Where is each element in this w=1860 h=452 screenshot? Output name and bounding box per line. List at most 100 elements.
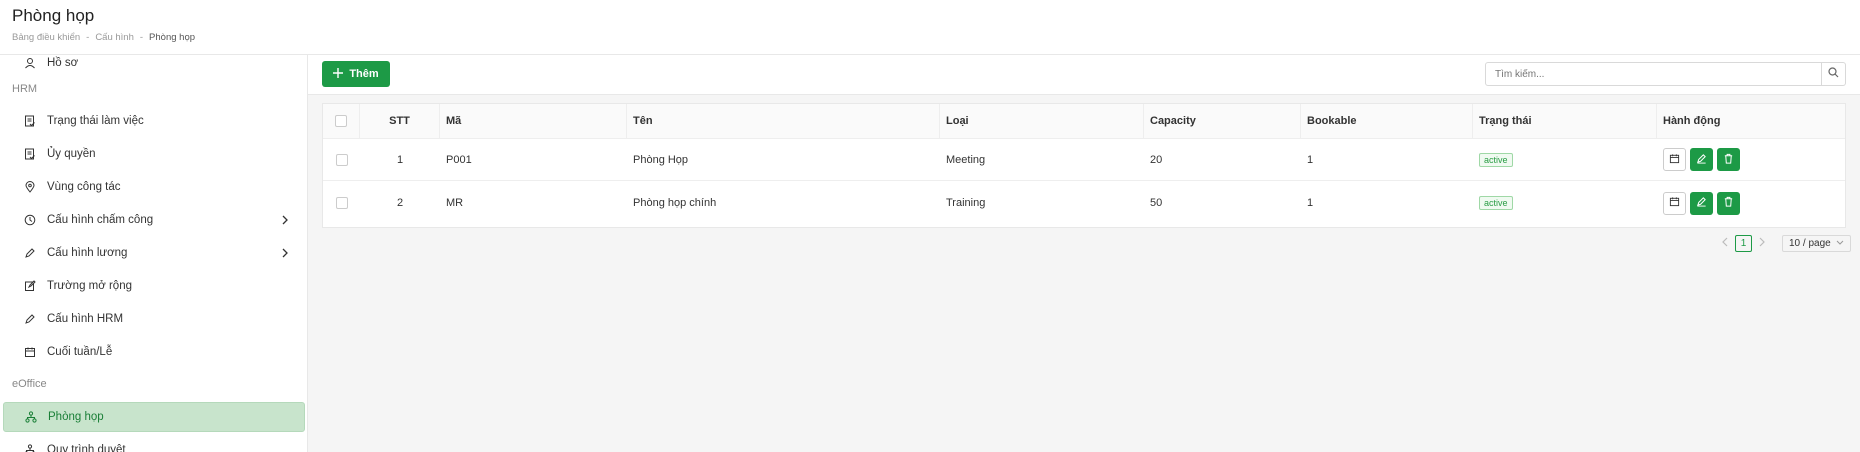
status-badge: active — [1479, 152, 1513, 167]
sidebar-item-label: Vùng công tác — [47, 181, 121, 193]
pen-icon — [23, 312, 37, 326]
table-row[interactable]: 1 P001 Phòng Họp Meeting 20 1 active — [323, 139, 1845, 181]
sidebar-item-salary-config[interactable]: Cấu hình lương — [3, 238, 305, 268]
main-content: Thêm STT Mã Tên Loại Capacity Bookable T… — [308, 55, 1860, 452]
calendar-icon — [1669, 196, 1680, 210]
column-header-type[interactable]: Loại — [940, 104, 1144, 138]
delete-button[interactable] — [1717, 191, 1740, 215]
sidebar-item-label: Cấu hình lương — [47, 247, 128, 259]
column-header-actions: Hành động — [1663, 115, 1721, 127]
row-checkbox[interactable] — [335, 153, 348, 166]
location-pin-icon — [23, 180, 37, 194]
cell-name: Phòng Họp — [633, 153, 689, 166]
edit-square-icon — [23, 279, 37, 293]
column-header-capacity[interactable]: Capacity — [1144, 104, 1301, 138]
breadcrumb: Bảng điều khiển - Cấu hình - Phòng họp — [12, 32, 195, 43]
chevron-right-icon — [279, 247, 291, 259]
cell-code: MR — [446, 197, 464, 209]
column-header-stt[interactable]: STT — [360, 104, 440, 138]
column-header-bookable[interactable]: Bookable — [1301, 104, 1473, 138]
cell-actions — [1657, 182, 1845, 224]
sidebar-item-label: Ủy quyền — [47, 148, 96, 160]
trash-icon — [1723, 153, 1734, 167]
sidebar-item-label: Trường mở rộng — [47, 280, 132, 292]
page-header: Phòng họp Bảng điều khiển - Cấu hình - P… — [0, 0, 1860, 55]
search-input[interactable] — [1485, 62, 1822, 86]
org-chart-icon — [24, 410, 38, 424]
sidebar-item-label: Cấu hình HRM — [47, 313, 124, 325]
cell-stt: 1 — [396, 153, 404, 166]
sidebar-item-approval-process[interactable]: Quy trình duyệt — [3, 435, 305, 452]
status-badge: active — [1479, 196, 1513, 210]
edit-icon — [1696, 196, 1707, 210]
sidebar-group-eoffice: eOffice — [12, 378, 47, 390]
cell-type: Meeting — [946, 153, 986, 166]
sidebar-item-weekend-holiday[interactable]: Cuối tuần/Lễ — [3, 337, 305, 367]
cell-capacity: 50 — [1150, 197, 1163, 209]
sidebar-group-hrm: HRM — [12, 83, 38, 95]
breadcrumb-item-config[interactable]: Cấu hình — [95, 32, 134, 43]
search-button[interactable] — [1822, 62, 1846, 86]
table-header-row: STT Mã Tên Loại Capacity Bookable Trạng … — [323, 104, 1845, 139]
chevron-right-icon — [279, 214, 291, 226]
calendar-icon — [1669, 153, 1680, 167]
select-all-checkbox[interactable] — [335, 115, 347, 127]
sidebar-item-label: Trạng thái làm việc — [47, 115, 144, 127]
user-icon — [23, 56, 37, 70]
edit-button[interactable] — [1690, 191, 1713, 215]
toolbar: Thêm — [308, 55, 1860, 95]
breadcrumb-item-current: Phòng họp — [149, 32, 196, 43]
sidebar: Hồ sơ HRM Trạng thái làm việc Ủy quyền V… — [0, 55, 308, 452]
sidebar-item-profile[interactable]: Hồ sơ — [3, 55, 305, 78]
cell-bookable: 1 — [1307, 197, 1314, 209]
header-checkbox-cell — [323, 104, 360, 138]
sidebar-item-extended-fields[interactable]: Trường mở rộng — [3, 271, 305, 301]
schedule-button[interactable] — [1663, 148, 1686, 171]
page-number-current[interactable]: 1 — [1735, 235, 1752, 252]
sidebar-item-authorization[interactable]: Ủy quyền — [3, 139, 305, 169]
sidebar-item-label: Cuối tuần/Lễ — [47, 346, 113, 358]
clock-icon — [23, 213, 37, 227]
plus-icon — [333, 67, 344, 81]
cell-capacity: 20 — [1150, 153, 1163, 166]
breadcrumb-item-dashboard[interactable]: Bảng điều khiển — [12, 32, 80, 43]
cell-status: active — [1473, 139, 1657, 180]
edit-button[interactable] — [1690, 148, 1713, 171]
sidebar-item-label: Quy trình duyệt — [47, 444, 126, 452]
document-check-icon — [23, 114, 37, 128]
page-size-select[interactable]: 10 / page — [1782, 235, 1851, 252]
pen-icon — [23, 246, 37, 260]
row-checkbox-cell — [323, 139, 360, 180]
trash-icon — [1723, 196, 1734, 210]
breadcrumb-separator: - — [139, 32, 144, 43]
delete-button[interactable] — [1717, 148, 1740, 171]
data-table: STT Mã Tên Loại Capacity Bookable Trạng … — [322, 103, 1846, 228]
row-checkbox[interactable] — [335, 197, 348, 209]
table-row[interactable]: 2 MR Phòng họp chính Training 50 1 activ… — [323, 182, 1845, 224]
sidebar-item-attendance-config[interactable]: Cấu hình chấm công — [3, 205, 305, 235]
cell-name: Phòng họp chính — [633, 197, 717, 209]
edit-icon — [1696, 153, 1707, 167]
column-header-status[interactable]: Trạng thái — [1473, 104, 1657, 138]
page-title: Phòng họp — [12, 6, 95, 25]
cell-type: Training — [946, 197, 986, 209]
sidebar-item-meeting-room[interactable]: Phòng họp — [3, 402, 305, 432]
column-header-code[interactable]: Mã — [440, 104, 627, 138]
org-chart-icon — [23, 443, 37, 452]
page-size-value: 10 / page — [1789, 238, 1831, 249]
sidebar-item-work-zone[interactable]: Vùng công tác — [3, 172, 305, 202]
pagination: 1 10 / page — [1721, 235, 1851, 252]
column-header-name[interactable]: Tên — [627, 104, 940, 138]
add-button[interactable]: Thêm — [322, 61, 390, 87]
chevron-down-icon — [1836, 238, 1844, 249]
cell-bookable: 1 — [1307, 153, 1314, 166]
schedule-button[interactable] — [1663, 191, 1686, 215]
row-checkbox-cell — [323, 182, 360, 224]
document-check-icon — [23, 147, 37, 161]
sidebar-item-label: Hồ sơ — [47, 57, 79, 69]
add-button-label: Thêm — [349, 68, 379, 80]
next-page-button[interactable] — [1758, 237, 1766, 250]
prev-page-button[interactable] — [1721, 237, 1729, 250]
sidebar-item-hrm-config[interactable]: Cấu hình HRM — [3, 304, 305, 334]
sidebar-item-work-status[interactable]: Trạng thái làm việc — [3, 106, 305, 136]
